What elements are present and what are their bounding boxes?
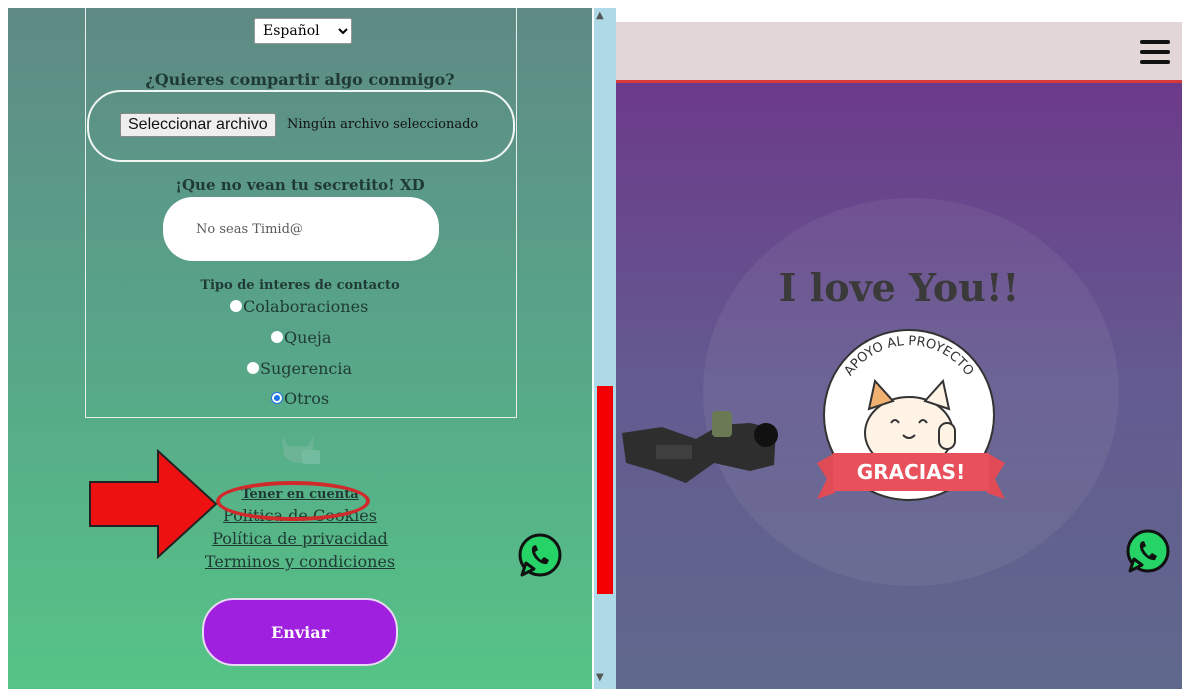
secret-label: ¡Que no vean tu secretito! XD — [175, 176, 425, 194]
radio-checked-icon[interactable] — [271, 391, 283, 404]
hamburger-menu-icon[interactable] — [1140, 40, 1170, 64]
radio-otros[interactable]: Otros — [271, 389, 329, 408]
radio-colaboraciones[interactable]: Colaboraciones — [230, 297, 368, 316]
scroll-down-icon[interactable]: ▼ — [596, 672, 604, 683]
red-arrow-annotation — [89, 449, 218, 559]
cat-icon — [282, 436, 320, 464]
badge-banner-text: GRACIAS! — [857, 460, 965, 484]
scroll-up-icon[interactable]: ▲ — [596, 10, 604, 21]
radio-sugerencia[interactable]: Sugerencia — [247, 359, 352, 378]
top-white-strip — [616, 0, 1182, 22]
radio-icon[interactable] — [247, 361, 259, 374]
radio-icon[interactable] — [271, 330, 283, 343]
whatsapp-icon[interactable] — [516, 531, 564, 579]
character-sprite — [622, 411, 778, 483]
highlight-circle-annotation — [216, 481, 370, 521]
gracias-badge: APOYO AL PROYECTO GRACIAS! — [817, 329, 1005, 501]
file-status-text: Ningún archivo seleccionado — [287, 117, 479, 132]
share-label: ¿Quieres compartir algo conmigo? — [145, 70, 455, 89]
radio-queja[interactable]: Queja — [271, 328, 331, 347]
contact-form-panel: Español ¿Quieres compartir algo conmigo?… — [8, 8, 592, 689]
radio-icon[interactable] — [230, 299, 242, 312]
whatsapp-icon[interactable] — [1124, 527, 1172, 575]
contact-type-label: Tipo de interes de contacto — [200, 278, 400, 293]
top-nav-bar — [616, 22, 1182, 83]
language-select[interactable]: Español — [254, 18, 352, 44]
secret-placeholder: No seas Timid@ — [196, 222, 303, 237]
select-file-button[interactable]: Seleccionar archivo — [120, 113, 276, 137]
scrollbar-thumb[interactable] — [597, 386, 613, 594]
file-upload-field[interactable]: Seleccionar archivo Ningún archivo selec… — [87, 90, 515, 162]
send-button[interactable]: Enviar — [202, 598, 398, 666]
love-heading: I love You!! — [778, 265, 1020, 310]
hero-section: I love You!! APOYO AL PROYECTO GRACIAS! — [616, 83, 1182, 689]
